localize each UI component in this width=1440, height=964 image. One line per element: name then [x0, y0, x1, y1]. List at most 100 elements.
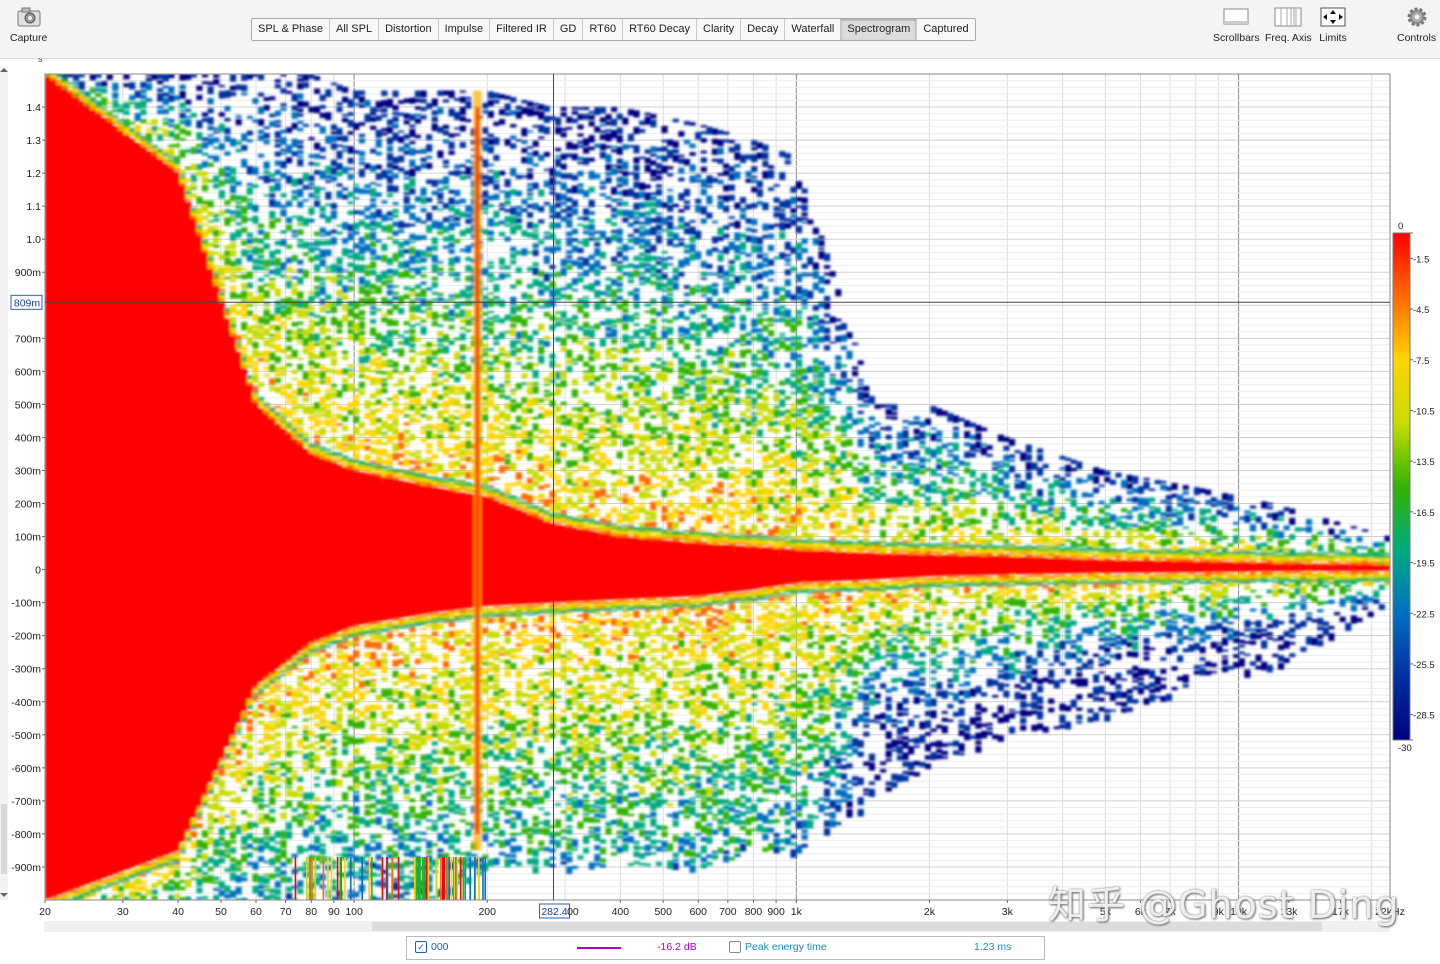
- heat-cell: [448, 421, 455, 425]
- heat-cell: [353, 312, 360, 320]
- heat-fringe: [342, 455, 349, 458]
- heat-cell: [229, 286, 237, 291]
- heat-fringe: [185, 830, 192, 833]
- heat-cell: [510, 110, 517, 116]
- heat-cell: [353, 670, 360, 675]
- heat-cell: [448, 215, 455, 218]
- heat-cell: [342, 276, 349, 279]
- heat-cell: [285, 257, 293, 264]
- heat-cell: [554, 246, 562, 252]
- freq-axis-button[interactable]: Freq. Axis: [1265, 6, 1312, 44]
- tab-rt60[interactable]: RT60: [583, 19, 624, 40]
- controls-button[interactable]: Controls: [1397, 6, 1436, 44]
- heat-fringe: [201, 804, 209, 807]
- heat-cell: [342, 194, 349, 200]
- limits-button[interactable]: Limits: [1318, 6, 1348, 44]
- tab-decay[interactable]: Decay: [741, 19, 786, 40]
- heat-fringe: [426, 613, 433, 616]
- tab-spectrogram[interactable]: Spectrogram: [841, 19, 918, 40]
- heat-cell: [403, 438, 410, 443]
- heat-cell: [420, 274, 427, 278]
- heat-fringe: [157, 864, 164, 867]
- heat-cell: [560, 435, 567, 442]
- tab-filtered-ir[interactable]: Filtered IR: [490, 19, 554, 40]
- heat-cell: [302, 730, 309, 735]
- heat-cell: [129, 891, 136, 899]
- heat-cell: [504, 223, 511, 227]
- heat-fringe: [252, 687, 259, 690]
- heat-cell: [459, 90, 466, 93]
- heat-cell: [207, 220, 214, 223]
- heat-cell: [420, 115, 427, 120]
- heat-cell: [325, 779, 332, 787]
- heat-cell: [263, 706, 270, 712]
- heat-cell: [409, 762, 416, 765]
- heat-cell: [431, 363, 438, 368]
- heat-cell: [218, 85, 225, 88]
- heat-cell: [532, 866, 539, 874]
- heat-cell: [543, 471, 550, 475]
- tab-distortion[interactable]: Distortion: [379, 19, 439, 40]
- heat-cell: [330, 423, 338, 427]
- heat-fringe: [162, 160, 169, 163]
- heat-cell: [426, 424, 433, 430]
- tab-rt60-decay[interactable]: RT60 Decay: [623, 19, 697, 40]
- capture-button[interactable]: Capture: [10, 6, 47, 44]
- heat-cell: [241, 159, 248, 168]
- tab-impulse[interactable]: Impulse: [439, 19, 491, 40]
- heat-cell: [274, 722, 281, 729]
- heat-cell: [409, 460, 416, 465]
- heat-core: [448, 490, 455, 611]
- heat-cell: [420, 644, 427, 652]
- heat-fringe: [78, 887, 85, 890]
- heat-core: [123, 134, 130, 870]
- heat-cell: [274, 218, 281, 223]
- scrollbars-button[interactable]: Scrollbars: [1213, 6, 1260, 44]
- heat-cell: [370, 764, 377, 771]
- heat-fringe: [325, 645, 332, 648]
- heat-fringe: [526, 506, 534, 508]
- heat-fringe: [498, 491, 506, 494]
- heat-cell: [498, 449, 506, 456]
- heat-fringe: [392, 477, 399, 480]
- heat-cell: [168, 879, 175, 885]
- heat-cell: [358, 710, 366, 717]
- heat-cell: [257, 713, 265, 717]
- heat-cell: [386, 719, 394, 724]
- heat-cell: [392, 755, 399, 759]
- spectrogram-chart[interactable]: 809m282.4 s1.41.31.21.11.0900m700m600m50…: [0, 58, 1440, 936]
- heat-cell: [269, 762, 276, 766]
- heat-cell: [263, 804, 270, 807]
- tab-spl-phase[interactable]: SPL & Phase: [252, 19, 331, 40]
- heat-cell: [526, 840, 534, 844]
- heat-cell: [353, 790, 360, 794]
- heat-cell: [437, 733, 444, 742]
- heat-fringe: [112, 875, 119, 878]
- tab-gd[interactable]: GD: [554, 19, 584, 40]
- heat-cell: [420, 148, 427, 154]
- heat-cell: [347, 736, 354, 745]
- heat-cell: [162, 97, 169, 106]
- heat-cell: [487, 432, 494, 440]
- heat-fringe: [566, 603, 573, 606]
- tab-waterfall[interactable]: Waterfall: [785, 19, 842, 40]
- heat-fringe: [392, 622, 399, 625]
- heat-cell: [487, 740, 494, 746]
- heat-fringe: [386, 629, 394, 632]
- heat-cell: [487, 279, 494, 283]
- tab-clarity[interactable]: Clarity: [697, 19, 742, 40]
- heat-cell: [543, 790, 550, 799]
- heat-cell: [532, 796, 539, 805]
- heat-cell: [493, 816, 500, 822]
- heat-cell: [426, 103, 433, 109]
- heat-cell: [285, 81, 293, 87]
- heat-cell: [263, 821, 270, 824]
- heat-fringe: [185, 838, 192, 841]
- tab-all-spl[interactable]: All SPL: [330, 19, 380, 40]
- heat-cell: [291, 411, 298, 414]
- heat-cell: [263, 877, 270, 885]
- heat-fringe: [403, 619, 410, 622]
- tab-captured[interactable]: Captured: [917, 19, 974, 40]
- heat-cell: [375, 770, 382, 778]
- heat-core: [157, 159, 164, 858]
